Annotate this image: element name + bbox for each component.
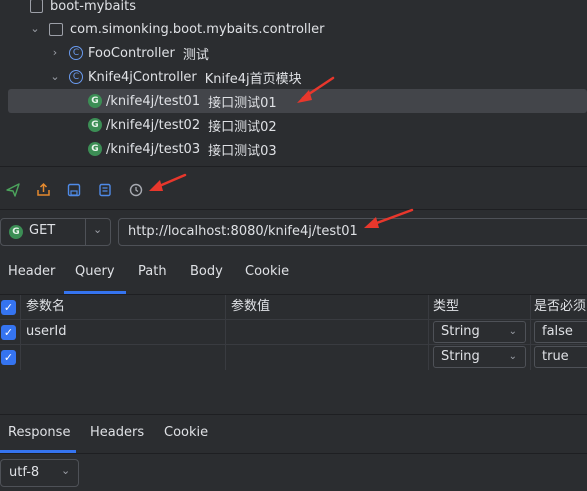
col-required-header: 是否必须 [534, 299, 587, 314]
send-icon[interactable] [6, 183, 20, 197]
type-value: String [441, 324, 480, 339]
node-desc: Knife4j首页模块 [204, 71, 302, 87]
col-type-header: 类型 [433, 299, 460, 314]
method-dropdown-divider [85, 219, 86, 245]
select-all-checkbox[interactable]: ✓ [1, 300, 16, 315]
col-name-header: 参数名 [26, 299, 66, 314]
param-name[interactable] [26, 345, 221, 369]
tree-panel: boot-mybaits ⌄ com.simonking.boot.mybait… [0, 0, 587, 166]
url-input[interactable]: http://localhost:8080/knife4j/test01 [118, 218, 587, 246]
tab-response-cookie[interactable]: Cookie [164, 415, 208, 451]
required-select[interactable]: true [534, 346, 587, 368]
endpoint-desc: 接口测试02 [208, 119, 277, 135]
url-value: http://localhost:8080/knife4j/test01 [128, 224, 358, 239]
annotation-arrow [297, 76, 335, 103]
node-label: Knife4jController [88, 69, 197, 85]
param-name[interactable]: userId [26, 320, 66, 344]
table-row: ✓ String ⌄ true [0, 345, 587, 369]
node-desc: 测试 [182, 47, 209, 63]
required-value: false [542, 324, 573, 339]
history-icon[interactable] [129, 183, 143, 197]
row-checkbox[interactable]: ✓ [1, 325, 16, 340]
col-value-header: 参数值 [231, 299, 271, 314]
type-select[interactable]: String ⌄ [433, 321, 526, 343]
encoding-select[interactable]: utf-8 ⌄ [0, 459, 79, 487]
tree-endpoint-test01[interactable]: G /knife4j/test01 接口测试01 [88, 89, 277, 113]
chevron-down-icon: ⌄ [508, 351, 517, 362]
endpoint-path: /knife4j/test03 [106, 141, 201, 157]
response-tabs-divider [0, 453, 587, 454]
save-icon[interactable] [67, 183, 81, 197]
get-method-icon: G [88, 94, 102, 108]
get-method-icon: G [88, 142, 102, 156]
response-tabs: Response Headers Cookie [0, 415, 587, 453]
tab-path[interactable]: Path [138, 254, 167, 290]
endpoint-desc: 接口测试03 [208, 143, 277, 159]
type-value: String [441, 349, 480, 364]
table-row: ✓ userId String ⌄ false [0, 320, 587, 345]
tree-root-label: boot-mybaits [50, 0, 137, 14]
table-header-row: ✓ 参数名 参数值 类型 是否必须 [0, 295, 587, 320]
package-label: com.simonking.boot.mybaits.controller [70, 21, 325, 37]
toolbar [0, 167, 587, 209]
tree-node-foo[interactable]: › C FooController 测试 [50, 41, 209, 65]
chevron-down-icon[interactable]: ⌄ [61, 464, 70, 477]
get-method-icon: G [88, 118, 102, 132]
chevron-down-icon[interactable]: ⌄ [93, 223, 102, 236]
param-value[interactable] [231, 345, 421, 369]
tab-header[interactable]: Header [8, 254, 55, 290]
param-value[interactable] [231, 320, 421, 344]
chevron-right-icon[interactable]: › [50, 47, 60, 58]
tab-body[interactable]: Body [190, 254, 223, 290]
tree-endpoint-test02[interactable]: G /knife4j/test02 接口测试02 [88, 113, 277, 137]
endpoint-desc: 接口测试01 [208, 95, 277, 111]
type-select[interactable]: String ⌄ [433, 346, 526, 368]
tree-endpoint-test03[interactable]: G /knife4j/test03 接口测试03 [88, 137, 277, 161]
annotation-arrow [364, 208, 414, 228]
tab-cookie[interactable]: Cookie [245, 254, 289, 290]
tree-root[interactable]: boot-mybaits [30, 0, 136, 18]
get-method-icon: G [9, 225, 23, 239]
export-icon[interactable] [36, 182, 51, 197]
chevron-down-icon[interactable]: ⌄ [50, 71, 60, 82]
tab-query[interactable]: Query [75, 254, 115, 290]
required-value: true [542, 349, 569, 364]
chevron-down-icon[interactable]: ⌄ [30, 23, 40, 34]
module-icon [30, 0, 43, 13]
method-value: GET [29, 223, 56, 238]
class-icon: C [69, 46, 83, 60]
endpoint-path: /knife4j/test01 [106, 93, 201, 109]
package-icon [49, 22, 63, 36]
chevron-down-icon: ⌄ [508, 326, 517, 337]
annotation-arrow [149, 173, 187, 191]
endpoint-path: /knife4j/test02 [106, 117, 201, 133]
class-icon: C [69, 70, 83, 84]
tree-package[interactable]: ⌄ com.simonking.boot.mybaits.controller [30, 17, 325, 41]
required-select[interactable]: false [534, 321, 587, 343]
document-icon[interactable] [98, 183, 112, 197]
params-table: ✓ 参数名 参数值 类型 是否必须 ✓ userId String ⌄ fals… [0, 295, 587, 370]
encoding-value: utf-8 [9, 465, 40, 480]
tree-node-knife4j[interactable]: ⌄ C Knife4jController Knife4j首页模块 [50, 65, 302, 89]
method-select[interactable]: G GET ⌄ [0, 218, 111, 246]
row-checkbox[interactable]: ✓ [1, 350, 16, 365]
node-label: FooController [88, 45, 175, 61]
request-tabs: Header Query Path Body Cookie [0, 254, 587, 294]
tab-response[interactable]: Response [8, 415, 70, 451]
tab-response-headers[interactable]: Headers [90, 415, 144, 451]
toolbar-divider [0, 209, 587, 210]
